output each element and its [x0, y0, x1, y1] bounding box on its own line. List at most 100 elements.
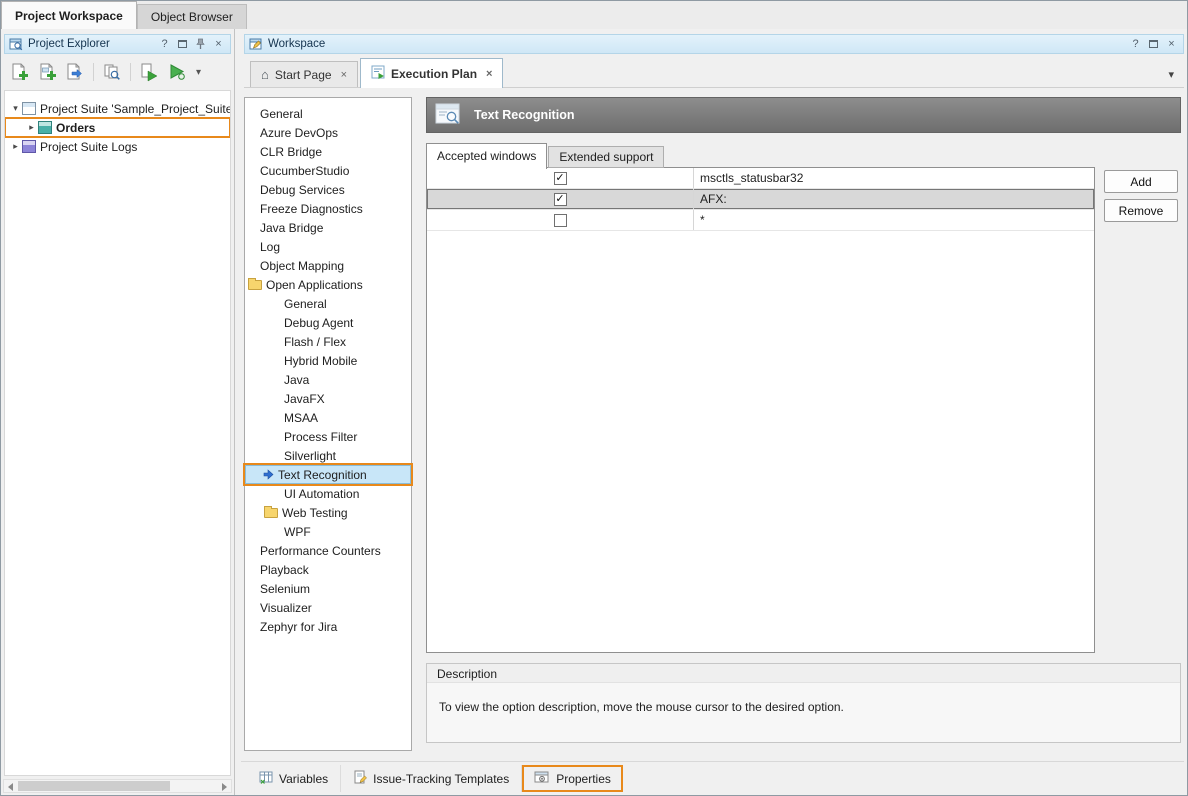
close-tab-icon[interactable]: × [486, 68, 492, 80]
settings-nav-item-debug-agent[interactable]: Debug Agent [245, 313, 411, 332]
options-tabs: Accepted windows Extended support [426, 142, 665, 168]
settings-nav-item-web-testing[interactable]: Web Testing [245, 503, 411, 522]
settings-nav-item-general[interactable]: General [245, 294, 411, 313]
remove-button[interactable]: Remove [1104, 199, 1178, 222]
settings-nav-item-clr-bridge[interactable]: CLR Bridge [245, 142, 411, 161]
close-icon[interactable]: × [1165, 37, 1178, 51]
accepted-window-row[interactable]: * [427, 210, 1094, 231]
settings-nav-label: Java [284, 373, 309, 387]
tab-label: Properties [556, 772, 611, 786]
settings-nav-item-debug-services[interactable]: Debug Services [245, 180, 411, 199]
accepted-window-row[interactable]: ✓ msctls_statusbar32 [427, 168, 1094, 189]
window-glyph [1149, 40, 1158, 48]
settings-nav-item-object-mapping[interactable]: Object Mapping [245, 256, 411, 275]
scroll-left-icon[interactable] [8, 783, 13, 791]
panel-title: Project Explorer [28, 38, 153, 50]
settings-nav-item-cucumberstudio[interactable]: CucumberStudio [245, 161, 411, 180]
settings-nav-label: Debug Services [260, 183, 345, 197]
settings-nav-item-open-applications[interactable]: Open Applications [245, 275, 411, 294]
logs-icon [22, 140, 36, 153]
settings-nav-item-wpf[interactable]: WPF [245, 522, 411, 541]
add-project-suite-item-button[interactable] [6, 59, 32, 85]
pin-icon[interactable] [194, 37, 207, 51]
settings-nav-item-general[interactable]: General [245, 104, 411, 123]
help-icon[interactable]: ? [158, 37, 171, 51]
settings-nav-item-freeze-diagnostics[interactable]: Freeze Diagnostics [245, 199, 411, 218]
tab-label: Execution Plan [391, 67, 477, 81]
settings-nav-item-visualizer[interactable]: Visualizer [245, 598, 411, 617]
text-recognition-icon [435, 102, 462, 129]
window-mask-cell[interactable]: AFX: [694, 189, 1094, 209]
settings-nav-label: Zephyr for Jira [260, 620, 337, 634]
settings-nav-item-process-filter[interactable]: Process Filter [245, 427, 411, 446]
settings-nav-item-zephyr-for-jira[interactable]: Zephyr for Jira [245, 617, 411, 636]
description-text: To view the option description, move the… [427, 683, 1180, 731]
tab-project-workspace[interactable]: Project Workspace [1, 1, 137, 29]
settings-nav-item-javafx[interactable]: JavaFX [245, 389, 411, 408]
tree-item-label: Orders [56, 121, 95, 135]
window-mask-cell[interactable]: msctls_statusbar32 [694, 168, 1094, 188]
tab-execution-plan[interactable]: Execution Plan × [360, 58, 503, 88]
float-window-icon[interactable] [1147, 37, 1160, 51]
tab-issue-tracking-templates[interactable]: Issue-Tracking Templates [341, 765, 522, 792]
close-icon[interactable]: × [212, 37, 225, 51]
close-tab-icon[interactable]: × [341, 69, 347, 81]
run-project-button[interactable] [136, 59, 162, 85]
tab-start-page[interactable]: ⌂ Start Page × [250, 61, 358, 87]
tree-item-project-suite-logs[interactable]: ▸Project Suite Logs [5, 137, 230, 156]
settings-nav-item-text-recognition[interactable]: Text Recognition [245, 465, 411, 484]
settings-nav-item-silverlight[interactable]: Silverlight [245, 446, 411, 465]
chevron-right-icon[interactable]: ▸ [9, 141, 22, 152]
add-button[interactable]: Add [1104, 170, 1178, 193]
settings-nav-label: General [260, 107, 303, 121]
scrollbar-thumb[interactable] [18, 781, 170, 791]
folder-icon [264, 508, 278, 518]
settings-nav-item-playback[interactable]: Playback [245, 560, 411, 579]
tab-variables[interactable]: Variables [247, 765, 341, 792]
window-enabled-checkbox[interactable]: ✓ [554, 193, 567, 206]
tab-object-browser[interactable]: Object Browser [137, 4, 247, 29]
settings-nav-item-msaa[interactable]: MSAA [245, 408, 411, 427]
tab-properties[interactable]: Properties [522, 765, 623, 792]
chevron-down-icon[interactable]: ▾ [9, 103, 22, 114]
settings-nav-item-hybrid-mobile[interactable]: Hybrid Mobile [245, 351, 411, 370]
tree-item-orders[interactable]: ▸ Orders [5, 118, 230, 137]
scroll-right-icon[interactable] [222, 783, 227, 791]
settings-nav-label: Text Recognition [278, 468, 367, 482]
export-project-button[interactable] [62, 59, 88, 85]
panel-header-buttons: ? × [1129, 37, 1178, 51]
window-enabled-checkbox[interactable]: ✓ [554, 172, 567, 185]
tree-item-project-suite-sample-project-suite-1-p[interactable]: ▾Project Suite 'Sample_Project_Suite' (1… [5, 99, 230, 118]
chevron-right-icon[interactable]: ▸ [25, 122, 38, 133]
horizontal-scrollbar[interactable] [3, 779, 232, 793]
float-window-icon[interactable] [176, 37, 189, 51]
issue-tracking-icon [353, 770, 367, 787]
debug-project-button[interactable] [164, 59, 190, 85]
accepted-window-row[interactable]: ✓ AFX: [427, 189, 1094, 210]
tab-list-dropdown-icon[interactable]: ▾ [1168, 68, 1174, 81]
settings-nav-label: CLR Bridge [260, 145, 322, 159]
settings-nav-label: Performance Counters [260, 544, 381, 558]
settings-nav-label: Azure DevOps [260, 126, 338, 140]
window-enabled-checkbox[interactable] [554, 214, 567, 227]
settings-nav-item-java-bridge[interactable]: Java Bridge [245, 218, 411, 237]
settings-nav-item-performance-counters[interactable]: Performance Counters [245, 541, 411, 560]
settings-nav-item-java[interactable]: Java [245, 370, 411, 389]
settings-nav-label: MSAA [284, 411, 318, 425]
settings-nav-item-azure-devops[interactable]: Azure DevOps [245, 123, 411, 142]
suite-icon [22, 102, 36, 115]
help-icon[interactable]: ? [1129, 37, 1142, 51]
workspace-switch-bar: Project Workspace Object Browser [1, 1, 1187, 29]
tab-accepted-windows[interactable]: Accepted windows [426, 143, 547, 169]
settings-nav-item-flash-flex[interactable]: Flash / Flex [245, 332, 411, 351]
settings-nav-item-log[interactable]: Log [245, 237, 411, 256]
settings-nav-item-selenium[interactable]: Selenium [245, 579, 411, 598]
window-mask-cell[interactable]: * [694, 210, 1094, 230]
add-project-item-button[interactable] [34, 59, 60, 85]
settings-nav-label: CucumberStudio [260, 164, 349, 178]
compare-files-button[interactable] [99, 59, 125, 85]
settings-nav-label: Web Testing [282, 506, 348, 520]
toolbar-dropdown-icon[interactable]: ▾ [192, 67, 205, 78]
settings-nav-item-ui-automation[interactable]: UI Automation [245, 484, 411, 503]
tab-extended-support[interactable]: Extended support [548, 146, 664, 168]
